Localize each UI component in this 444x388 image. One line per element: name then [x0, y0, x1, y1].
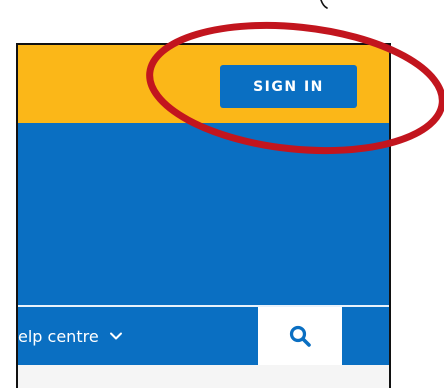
- search-icon: [289, 325, 311, 347]
- nav-bar: elp centre: [18, 307, 389, 365]
- help-centre-label: elp centre: [18, 326, 99, 346]
- chevron-down-icon: [109, 332, 122, 340]
- browser-viewport: SIGN IN elp centre: [16, 43, 391, 388]
- top-bar: SIGN IN: [18, 45, 389, 123]
- page-content: [18, 365, 389, 388]
- help-centre-menu[interactable]: elp centre: [18, 307, 123, 365]
- search-button[interactable]: [258, 307, 342, 365]
- hero-banner: [18, 123, 389, 305]
- partial-stroke-mark: [320, 0, 328, 9]
- sign-in-button[interactable]: SIGN IN: [220, 65, 357, 108]
